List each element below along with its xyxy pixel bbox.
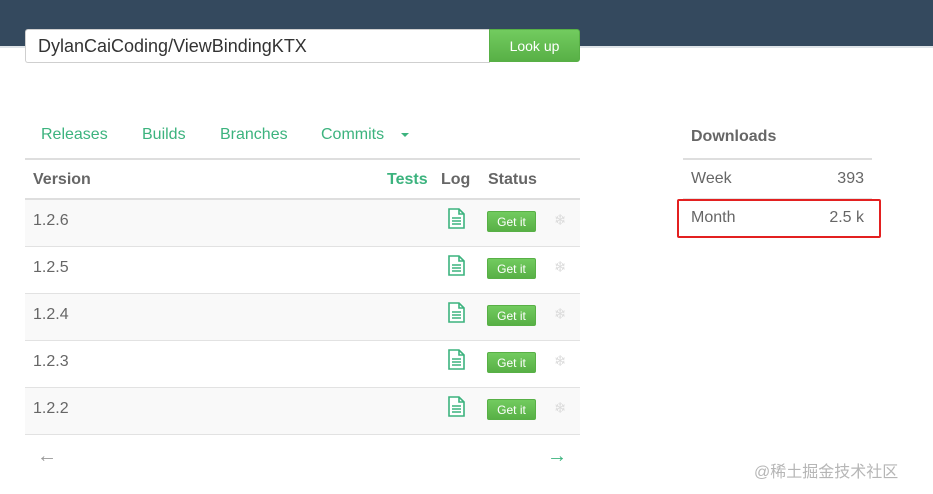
column-header-version: Version bbox=[33, 171, 91, 188]
version-tabs: Releases Builds Branches Commits bbox=[25, 118, 580, 158]
snowflake-icon[interactable]: ❄ bbox=[554, 399, 567, 417]
version-number: 1.2.4 bbox=[33, 306, 69, 323]
look-up-button[interactable]: Look up bbox=[489, 29, 580, 62]
table-row: 1.2.4 Get it ❄ bbox=[25, 294, 580, 341]
downloads-title: Downloads bbox=[691, 128, 777, 145]
versions-table: Version Tests Log Status 1.2.6 Get it ❄ … bbox=[25, 158, 580, 435]
week-label: Week bbox=[691, 170, 732, 187]
search-bar: Look up bbox=[25, 29, 580, 63]
snowflake-icon[interactable]: ❄ bbox=[554, 352, 567, 370]
document-icon[interactable] bbox=[448, 302, 465, 323]
caret-down-icon[interactable] bbox=[401, 133, 409, 137]
previous-page-arrow[interactable]: ← bbox=[37, 445, 57, 468]
tab-builds[interactable]: Builds bbox=[142, 126, 186, 144]
table-row: 1.2.5 Get it ❄ bbox=[25, 247, 580, 294]
snowflake-icon[interactable]: ❄ bbox=[554, 305, 567, 323]
get-it-button[interactable]: Get it bbox=[487, 399, 536, 420]
month-highlight-box bbox=[677, 199, 881, 238]
tab-releases[interactable]: Releases bbox=[41, 126, 108, 144]
version-number: 1.2.3 bbox=[33, 353, 69, 370]
version-number: 1.2.6 bbox=[33, 212, 69, 229]
pagination: ← → bbox=[25, 445, 580, 475]
column-header-log: Log bbox=[441, 171, 471, 188]
get-it-button[interactable]: Get it bbox=[487, 352, 536, 373]
version-number: 1.2.5 bbox=[33, 259, 69, 276]
next-page-arrow[interactable]: → bbox=[547, 445, 567, 468]
table-header: Version Tests Log Status bbox=[25, 158, 580, 200]
document-icon[interactable] bbox=[448, 349, 465, 370]
document-icon[interactable] bbox=[448, 255, 465, 276]
document-icon[interactable] bbox=[448, 396, 465, 417]
downloads-week-row: Week 393 bbox=[683, 160, 872, 199]
column-header-status: Status bbox=[488, 171, 537, 188]
document-icon[interactable] bbox=[448, 208, 465, 229]
get-it-button[interactable]: Get it bbox=[487, 211, 536, 232]
version-number: 1.2.2 bbox=[33, 400, 69, 417]
table-row: 1.2.2 Get it ❄ bbox=[25, 388, 580, 435]
column-header-tests[interactable]: Tests bbox=[387, 171, 428, 189]
table-row: 1.2.3 Get it ❄ bbox=[25, 341, 580, 388]
table-row: 1.2.6 Get it ❄ bbox=[25, 200, 580, 247]
tab-commits[interactable]: Commits bbox=[321, 126, 384, 144]
get-it-button[interactable]: Get it bbox=[487, 258, 536, 279]
snowflake-icon[interactable]: ❄ bbox=[554, 258, 567, 276]
week-count: 393 bbox=[837, 170, 864, 187]
watermark-text: @稀土掘金技术社区 bbox=[754, 464, 899, 481]
tab-branches[interactable]: Branches bbox=[220, 126, 288, 144]
snowflake-icon[interactable]: ❄ bbox=[554, 211, 567, 229]
repository-search-input[interactable] bbox=[25, 29, 490, 63]
get-it-button[interactable]: Get it bbox=[487, 305, 536, 326]
